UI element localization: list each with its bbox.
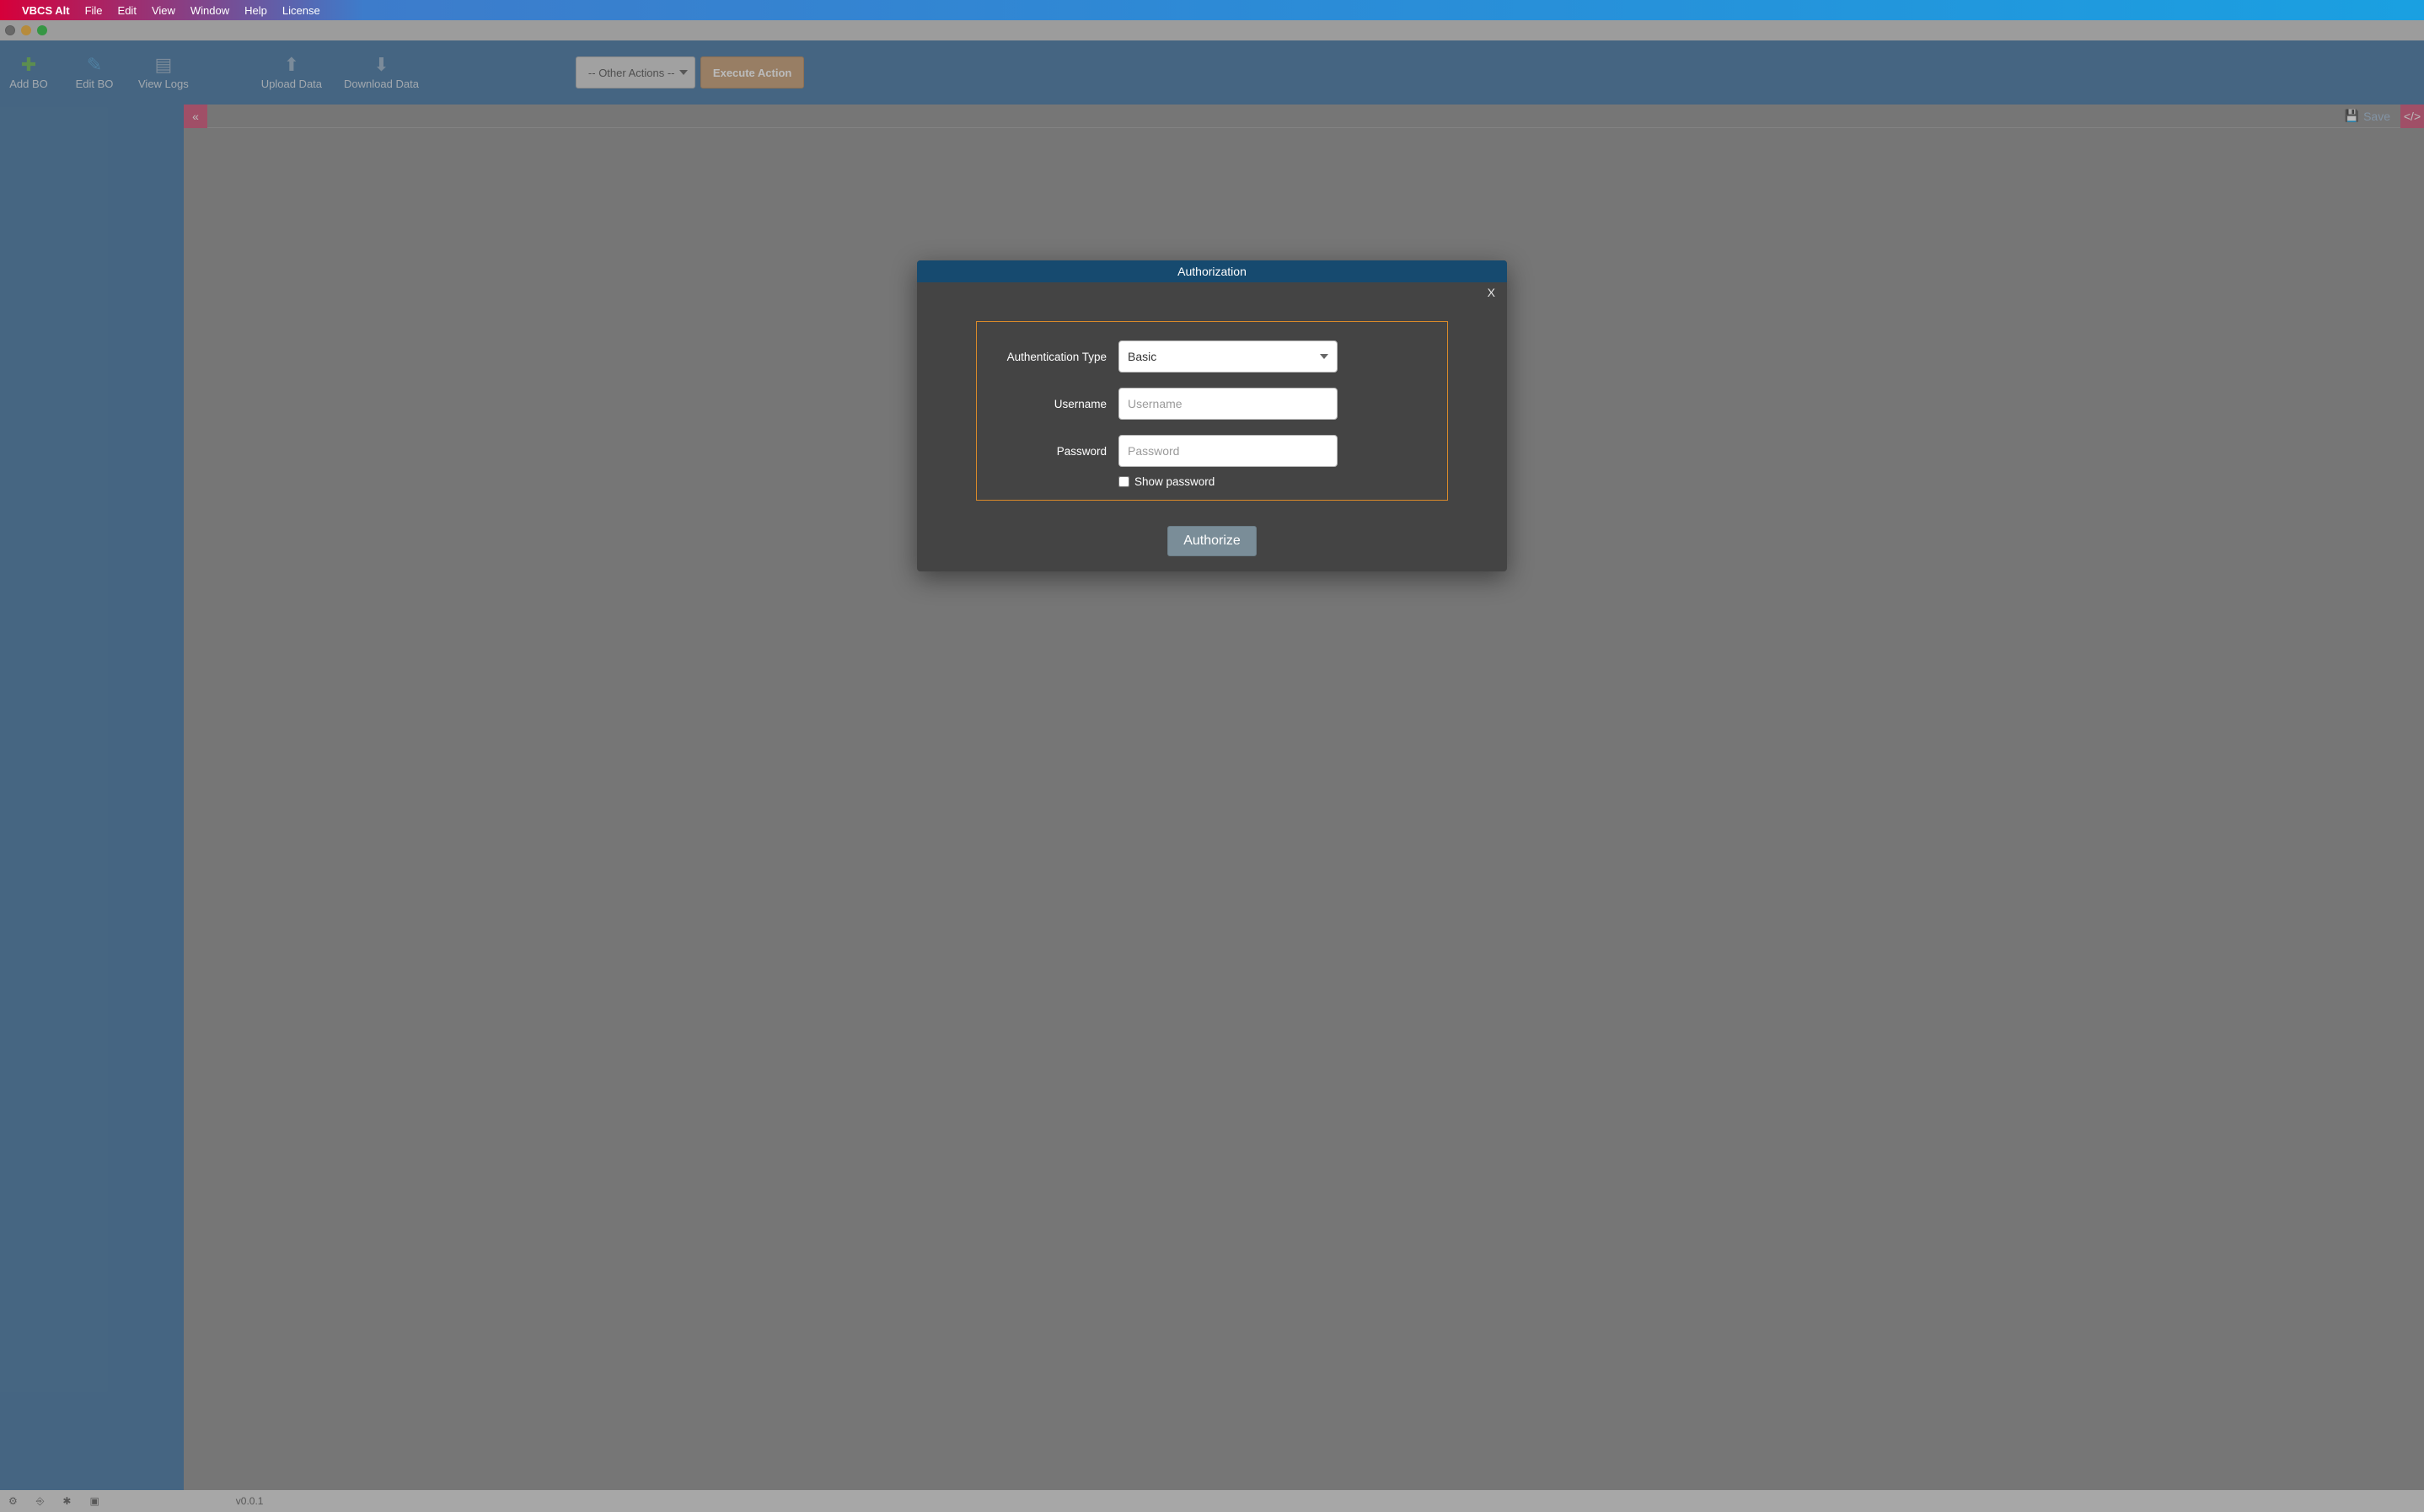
auth-type-select[interactable]: Basic	[1118, 340, 1338, 373]
menu-view[interactable]: View	[152, 4, 175, 17]
app-window: ✚ Add BO ✎ Edit BO ▤ View Logs ⬆ Upload …	[0, 20, 2424, 1512]
menu-help[interactable]: Help	[244, 4, 267, 17]
authorization-dialog: Authorization X Authentication Type Basi…	[917, 260, 1507, 571]
auth-type-label: Authentication Type	[994, 351, 1118, 363]
menu-window[interactable]: Window	[190, 4, 229, 17]
password-input[interactable]	[1118, 435, 1338, 467]
app-name[interactable]: VBCS Alt	[22, 4, 70, 17]
mac-menubar: VBCS Alt File Edit View Window Help Lice…	[0, 0, 2424, 20]
menu-license[interactable]: License	[282, 4, 320, 17]
menu-file[interactable]: File	[85, 4, 103, 17]
authorize-button[interactable]: Authorize	[1167, 526, 1257, 556]
dialog-close-button[interactable]: X	[1488, 286, 1495, 299]
modal-backdrop	[0, 20, 2424, 1512]
show-password-label: Show password	[1134, 475, 1215, 488]
auth-form: Authentication Type Basic Username Passw…	[976, 321, 1448, 501]
dialog-title: Authorization	[917, 260, 1507, 282]
username-label: Username	[994, 398, 1118, 410]
menu-edit[interactable]: Edit	[118, 4, 137, 17]
password-label: Password	[994, 445, 1118, 458]
username-input[interactable]	[1118, 388, 1338, 420]
show-password-checkbox[interactable]	[1118, 476, 1129, 487]
